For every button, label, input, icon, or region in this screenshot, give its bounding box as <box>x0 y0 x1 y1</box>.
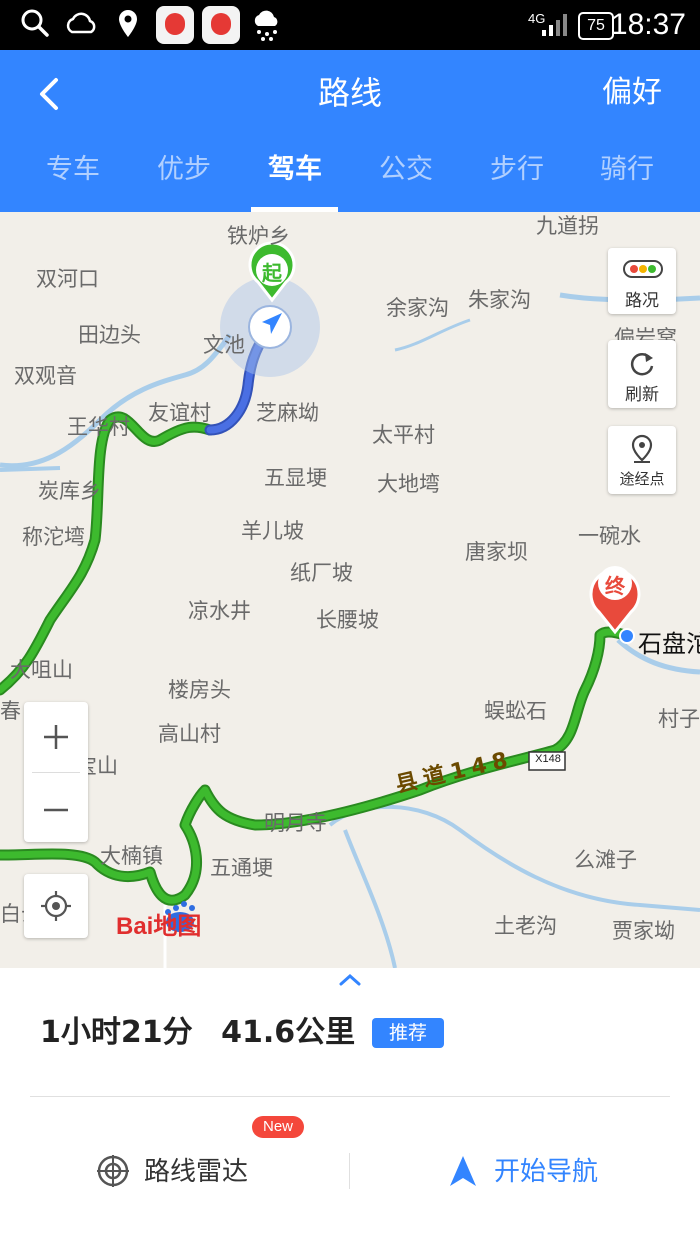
chevron-up-icon[interactable] <box>338 972 362 986</box>
place-label: 友谊村 <box>148 401 211 425</box>
route-distance: 41.6公里 <box>221 1015 356 1050</box>
clock: 18:37 <box>610 8 686 41</box>
place-label: 双河口 <box>36 267 99 291</box>
place-label: 朱家沟 <box>468 288 531 312</box>
place-label: 蜈蚣石 <box>484 699 547 723</box>
battery-icon: 75 <box>578 12 614 40</box>
place-label: 田边头 <box>78 323 141 347</box>
route-summary[interactable]: 1小时21分 41.6公里 <box>40 1013 355 1053</box>
location-icon <box>119 10 137 37</box>
place-label: 大地塆 <box>377 472 440 496</box>
end-marker-label: 终 <box>605 574 625 598</box>
signal-icon <box>542 14 567 36</box>
new-badge: New <box>252 1116 304 1138</box>
zoom-controls <box>24 702 88 842</box>
place-label: 长腰坡 <box>316 608 379 632</box>
refresh-icon <box>630 353 654 376</box>
preference-button[interactable]: 偏好 <box>602 72 662 114</box>
place-label: 铁炉乡 <box>227 224 290 248</box>
place-label: 称沱塆 <box>22 525 85 549</box>
place-label: 羊儿坡 <box>241 519 304 543</box>
place-label: 王华村 <box>67 415 130 439</box>
place-label: 土老沟 <box>494 914 557 938</box>
place-label: 村子 <box>658 707 700 731</box>
action-divider <box>349 1153 350 1189</box>
tab-cycling[interactable]: 骑行 <box>572 150 682 190</box>
panel-divider <box>30 1096 670 1097</box>
place-label: 五通埂 <box>210 856 273 880</box>
place-label: 大楠镇 <box>100 844 163 868</box>
route-summary-panel: 1小时21分 41.6公里 推荐 路线雷达 New 开始导航 <box>0 968 700 1244</box>
traffic-light-icon <box>623 260 663 278</box>
place-label: 明月寺 <box>264 811 327 835</box>
baidu-map-app-icon <box>156 6 194 44</box>
place-label: 炭库乡 <box>38 479 101 503</box>
place-label: 唐家坝 <box>465 540 528 564</box>
traffic-toggle-button[interactable]: 路况 <box>608 248 676 314</box>
destination-dot <box>619 628 635 644</box>
place-label: 太平村 <box>372 423 435 447</box>
place-label: 春 <box>0 699 21 723</box>
destination-label: 石盘沱 <box>638 630 700 658</box>
minus-icon <box>44 808 68 812</box>
place-label: 楼房头 <box>168 678 231 702</box>
tab-uber[interactable]: 优步 <box>129 150 239 190</box>
start-navigation-label: 开始导航 <box>494 1157 599 1187</box>
tab-transit[interactable]: 公交 <box>351 150 461 190</box>
cloud-icon <box>66 12 96 34</box>
zoom-in-button[interactable] <box>24 702 88 772</box>
recommended-badge: 推荐 <box>372 1018 444 1048</box>
crosshair-icon <box>41 891 71 921</box>
road-shield: X148 <box>535 753 561 765</box>
snow-weather-icon <box>254 10 278 41</box>
app-header: 路线 偏好 专车 优步 驾车 公交 步行 骑行 <box>0 50 700 212</box>
route-radar-label: 路线雷达 <box>144 1157 249 1187</box>
baidu-map-app-icon <box>202 6 240 44</box>
tab-driving[interactable]: 驾车 <box>240 150 350 190</box>
tab-walking[interactable]: 步行 <box>462 150 572 190</box>
plus-icon <box>44 725 68 749</box>
place-label: 纸厂坡 <box>290 561 353 585</box>
place-label: 文池 <box>203 333 245 357</box>
place-label: 余家沟 <box>386 296 449 320</box>
place-label: 贾家坳 <box>612 919 675 943</box>
waypoint-pin-icon <box>631 434 653 463</box>
place-label: 九道拐 <box>536 214 599 238</box>
refresh-button[interactable]: 刷新 <box>608 340 676 408</box>
zoom-out-button[interactable] <box>24 772 88 842</box>
start-marker-label: 起 <box>262 261 282 285</box>
radar-icon <box>97 1155 129 1187</box>
place-label: 一碗水 <box>578 524 641 548</box>
place-label: 凉水井 <box>188 599 251 623</box>
waypoint-button[interactable]: 途经点 <box>608 426 676 494</box>
baidu-logo-text: Bai地图 <box>116 913 202 940</box>
navigation-arrow-icon <box>450 1156 476 1186</box>
place-label: 么滩子 <box>574 848 637 872</box>
place-label: 双观音 <box>14 364 77 388</box>
place-label: 五显埂 <box>264 466 327 490</box>
place-label: 芝麻坳 <box>256 401 319 425</box>
status-bar: 4G 75 18:37 <box>0 0 700 50</box>
map-view[interactable]: 起 终 X148 县道148 石盘沱 铁炉乡 九道拐 双河口 余家沟 朱家沟 田… <box>0 212 700 968</box>
tab-premier-car[interactable]: 专车 <box>18 150 128 190</box>
locate-me-button[interactable] <box>24 874 88 938</box>
search-icon <box>21 9 49 37</box>
place-label: 高山村 <box>158 722 221 746</box>
route-duration: 1小时21分 <box>40 1015 193 1050</box>
place-label: 大咀山 <box>10 658 73 682</box>
page-title: 路线 <box>317 74 382 112</box>
